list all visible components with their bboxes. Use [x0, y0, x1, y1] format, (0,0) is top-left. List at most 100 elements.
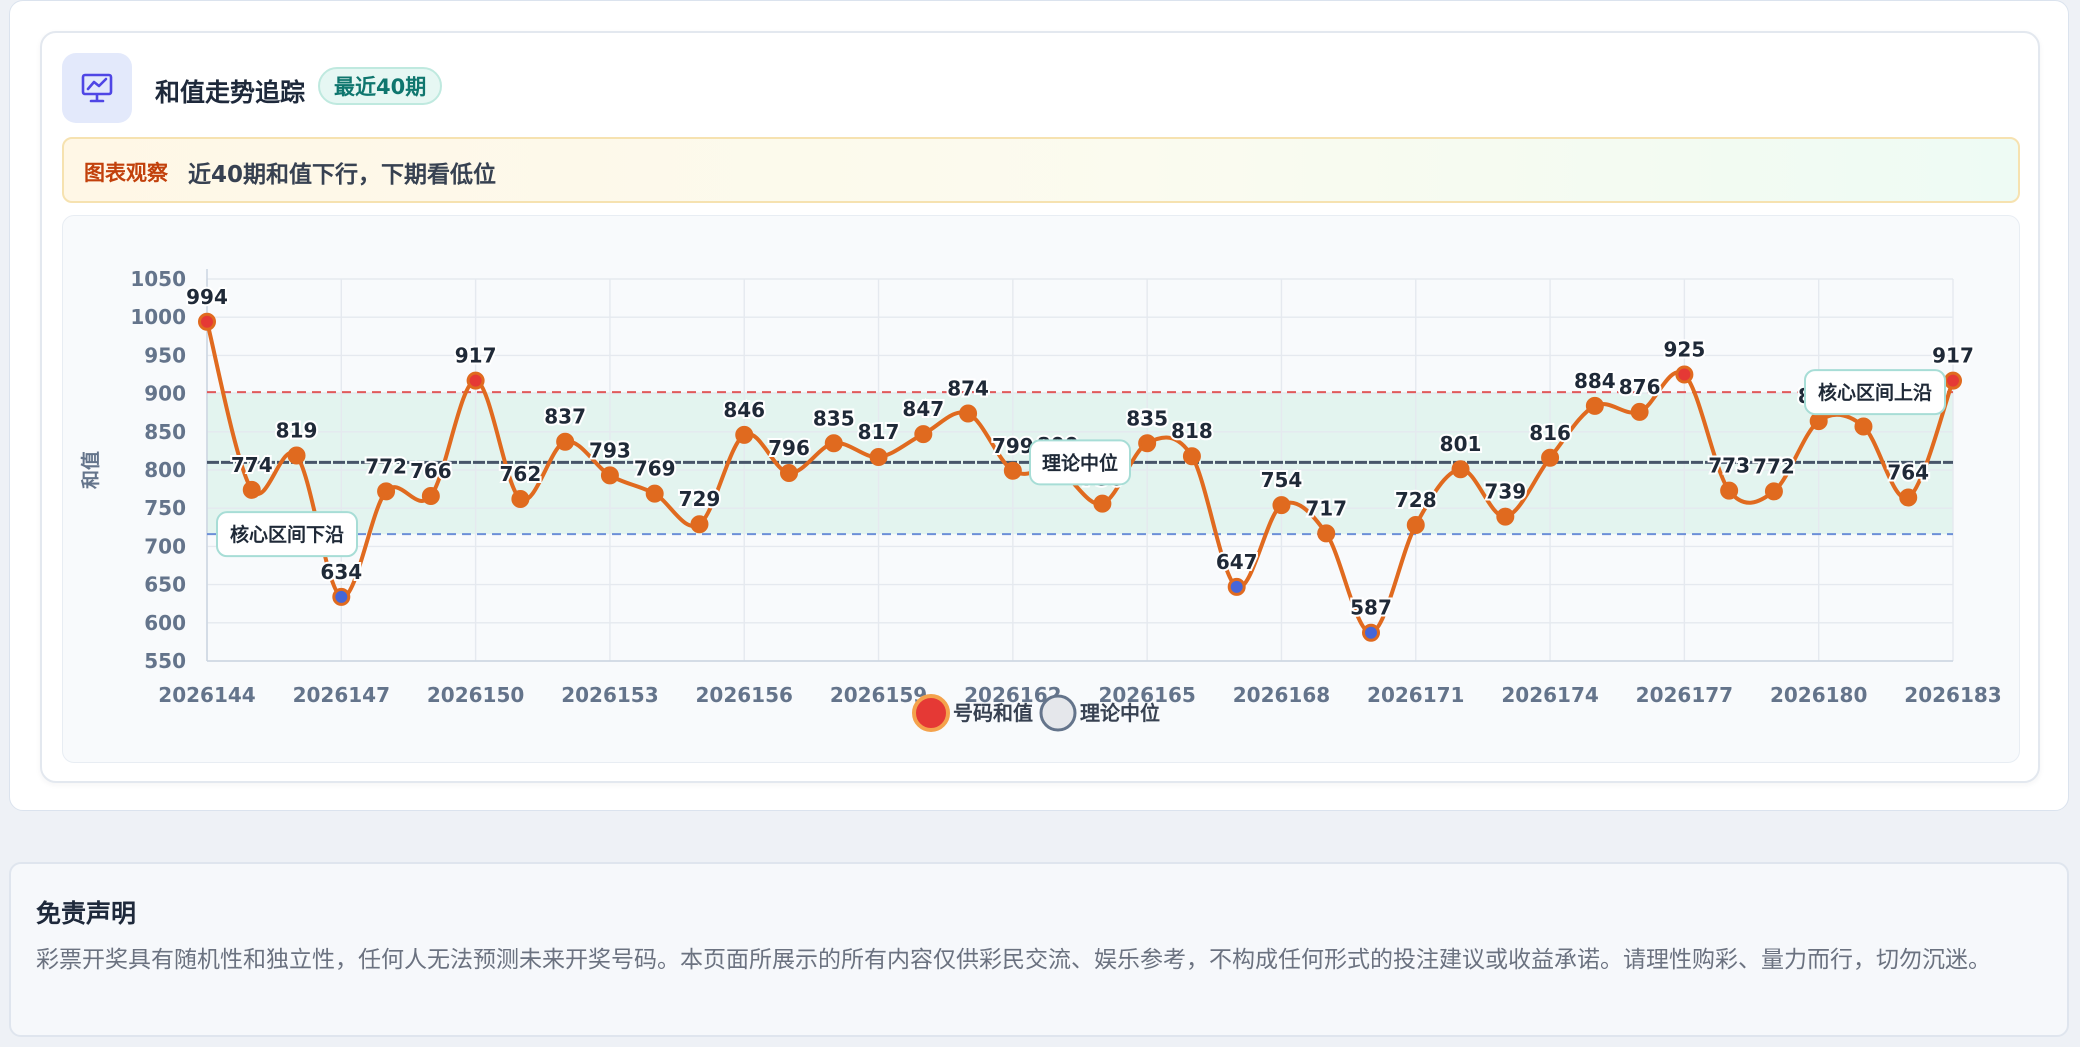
data-label: 818	[1171, 419, 1213, 443]
data-point	[1809, 412, 1828, 431]
upper-bound-callout-text: 核心区间上沿	[1818, 381, 1932, 404]
y-tick-label: 600	[144, 611, 186, 635]
data-point	[780, 464, 798, 483]
data-label: 819	[276, 418, 318, 442]
data-label: 847	[902, 397, 944, 421]
median-callout-text: 理论中位	[1042, 451, 1118, 474]
data-point	[1138, 434, 1157, 453]
chart-area: 550 600 650 700 750 800 850 900 950 1000 1050 20261…	[62, 215, 2020, 763]
chart-panel: 和值走势追踪 最近40期 图表观察 近40期和值下行，下期看低位 550 600 6…	[9, 0, 2069, 811]
x-tick-label: 2026180	[1770, 683, 1867, 707]
x-tick-label: 2026153	[561, 683, 658, 707]
data-label: 994	[186, 285, 228, 309]
x-tick-label: 2026147	[293, 683, 390, 707]
period-badge: 最近40期	[318, 67, 443, 105]
data-point	[1944, 371, 1962, 390]
data-point	[1541, 448, 1560, 467]
y-tick-label: 950	[144, 343, 186, 367]
y-tick-label: 800	[144, 458, 186, 482]
lower-bound-callout-text: 核心区间下沿	[230, 523, 344, 546]
y-tick-label: 750	[144, 496, 186, 520]
data-label: 835	[1126, 406, 1168, 430]
data-label: 917	[455, 344, 497, 368]
disclaimer-box: 免责声明 彩票开奖具有随机性和独立性，任何人无法预测未来开奖号码。本页面所展示的…	[9, 862, 2069, 1037]
data-label: 796	[768, 436, 810, 460]
data-point	[511, 490, 530, 509]
observation-text: 近40期和值下行，下期看低位	[188, 162, 497, 188]
data-point	[1630, 402, 1649, 421]
disclaimer-title: 免责声明	[36, 899, 137, 928]
data-point	[869, 448, 888, 467]
data-point	[690, 515, 709, 534]
data-point	[1720, 481, 1739, 500]
data-point	[287, 446, 306, 465]
legend-label-median: 理论中位	[1080, 701, 1160, 725]
data-label: 837	[544, 405, 586, 429]
data-label: 772	[365, 454, 407, 478]
x-tick-label: 2026177	[1636, 683, 1733, 707]
sum-trend-chart: 550 600 650 700 750 800 850 900 950 1000 1050 20261…	[79, 267, 2002, 732]
data-point	[242, 480, 261, 499]
data-label: 773	[1708, 454, 1750, 478]
data-point	[198, 312, 216, 331]
data-point	[1585, 396, 1604, 415]
legend-marker-median	[1039, 694, 1077, 732]
data-point	[1406, 516, 1425, 535]
data-label: 917	[1932, 344, 1974, 368]
data-label: 647	[1216, 550, 1258, 574]
data-point	[377, 482, 396, 501]
data-label: 772	[1753, 454, 1795, 478]
data-label: 717	[1305, 496, 1347, 520]
y-tick-label: 1050	[130, 267, 186, 291]
data-label: 835	[813, 406, 855, 430]
data-label: 739	[1484, 480, 1526, 504]
y-tick-label: 850	[144, 420, 186, 444]
data-point	[1003, 461, 1022, 480]
y-tick-label: 900	[144, 382, 186, 406]
y-tick-label: 700	[144, 534, 186, 558]
x-tick-label: 2026174	[1501, 683, 1598, 707]
data-label: 728	[1395, 488, 1437, 512]
data-label: 799	[992, 434, 1034, 458]
legend-label-sum: 号码和值	[953, 701, 1033, 725]
data-label: 762	[500, 462, 542, 486]
trend-card: 和值走势追踪 最近40期 图表观察 近40期和值下行，下期看低位 550 600 6…	[40, 31, 2040, 783]
y-axis-label: 和值	[79, 451, 102, 489]
data-label: 817	[858, 420, 900, 444]
data-point	[914, 425, 933, 444]
data-label: 729	[679, 487, 721, 511]
observation-tag: 图表观察	[84, 161, 168, 185]
data-label: 801	[1440, 432, 1482, 456]
data-label: 769	[634, 457, 676, 481]
data-point	[1182, 447, 1201, 466]
data-point	[1496, 507, 1515, 526]
data-label: 876	[1619, 375, 1661, 399]
data-point	[332, 587, 351, 606]
data-label: 816	[1529, 421, 1571, 445]
data-label: 766	[410, 459, 452, 483]
data-label: 754	[1261, 468, 1303, 492]
data-point	[1272, 496, 1291, 515]
data-point	[735, 425, 754, 444]
data-point	[1227, 577, 1246, 596]
data-point	[1899, 488, 1918, 507]
data-point	[645, 484, 664, 503]
y-tick-label: 650	[144, 573, 186, 597]
x-tick-label: 2026156	[696, 683, 793, 707]
data-point	[1764, 482, 1783, 501]
x-tick-label: 2026171	[1367, 683, 1464, 707]
data-point	[959, 404, 978, 423]
data-label: 884	[1574, 369, 1616, 393]
data-point	[421, 486, 440, 505]
data-point	[824, 434, 843, 453]
data-label: 587	[1350, 596, 1392, 620]
data-point	[1451, 460, 1470, 479]
data-point	[466, 371, 485, 390]
data-label: 846	[723, 398, 765, 422]
data-point	[1675, 365, 1694, 384]
x-tick-label: 2026144	[158, 683, 255, 707]
data-point	[1854, 417, 1873, 436]
y-tick-label: 550	[144, 649, 186, 673]
data-point	[1093, 494, 1112, 513]
data-label: 634	[320, 560, 362, 584]
